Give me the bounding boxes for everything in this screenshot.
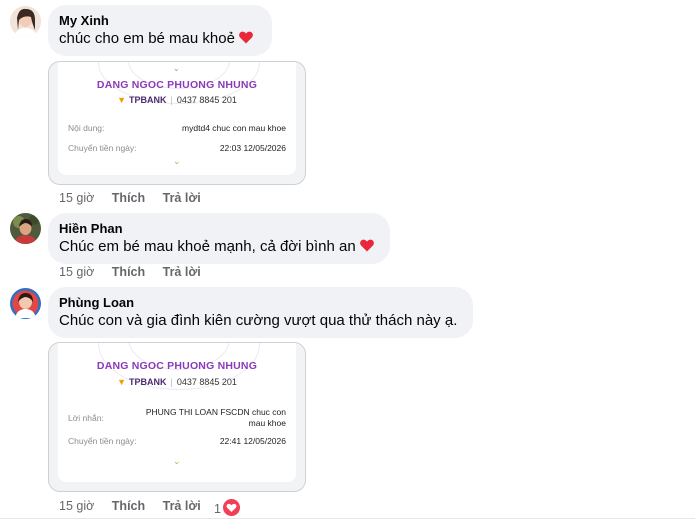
receipt-content-label: Nội dung: [68,123,105,133]
reply-button[interactable]: Trả lời [163,499,201,513]
comment-actions: 15 giờ Thích Trả lời [59,265,215,279]
transfer-receipt-image[interactable]: DANG NGOC PHUONG NHUNG ▼ TPBANK | 0437 8845… [48,342,306,492]
avatar[interactable] [10,6,41,37]
comment-text: chúc cho em bé mau khoẻ [59,30,235,47]
comment-bubble: Phùng Loan Chúc con và gia đình kiên cườ… [48,287,473,338]
chevron-down-icon: ⌄ [173,156,181,166]
receipt-date-label: Chuyển tiền ngày: [68,436,137,446]
like-button[interactable]: Thích [112,265,145,279]
comment-hien-phan: Hiền Phan Chúc em bé mau khoẻ mạnh, cả đ… [0,210,695,284]
comment-actions: 15 giờ Thích Trả lời [59,499,215,513]
tpbank-logo-icon: ▼ [117,377,126,387]
tpbank-logo-icon: ▼ [117,95,126,105]
heart-icon [238,29,254,45]
receipt-date-value: 22:03 12/05/2026 [219,143,286,153]
receipt-account-number: 0437 8845 201 [176,377,237,387]
receipt-content-value: mydtd4 chuc con mau khoe [182,123,286,133]
comment-time[interactable]: 15 giờ [59,499,94,513]
avatar[interactable] [10,288,41,319]
receipt-date-value: 22:41 12/05/2026 [219,436,286,446]
reaction-summary[interactable]: 1 [214,498,241,517]
like-button[interactable]: Thích [112,191,145,205]
comment-author[interactable]: Hiền Phan [59,220,379,237]
receipt-message-value-line1: PHUNG THI LOAN FSCDN chuc con [145,407,286,417]
heart-icon [359,237,375,253]
receipt-account-name: DANG NGOC PHUONG NHUNG [96,360,258,372]
chevron-down-icon: ⌄ [173,64,180,73]
reply-button[interactable]: Trả lời [163,191,201,205]
comment-my-xinh: My Xinh chúc cho em bé mau khoẻ ⌄ DANG N… [0,0,695,210]
receipt-message-label: Lời nhắn: [68,413,104,423]
comment-phung-loan: Phùng Loan Chúc con và gia đình kiên cườ… [0,284,695,522]
divider [0,518,695,519]
reaction-count: 1 [214,502,221,516]
like-button[interactable]: Thích [112,499,145,513]
transfer-receipt-image[interactable]: ⌄ DANG NGOC PHUONG NHUNG ▼ TPBANK | 0437 88… [48,61,306,185]
comment-author[interactable]: My Xinh [59,12,261,29]
receipt-message-value-line2: mau khoe [248,418,286,428]
comment-actions: 15 giờ Thích Trả lời [59,191,215,205]
receipt-date-label: Chuyển tiền ngày: [68,143,137,153]
comment-time[interactable]: 15 giờ [59,191,94,205]
comment-time[interactable]: 15 giờ [59,265,94,279]
reply-button[interactable]: Trả lời [163,265,201,279]
receipt-account-name: DANG NGOC PHUONG NHUNG [96,79,258,91]
comment-author[interactable]: Phùng Loan [59,294,462,311]
comment-text: Chúc em bé mau khoẻ mạnh, cả đời bình an [59,238,356,255]
receipt-account-number: 0437 8845 201 [176,95,237,105]
receipt-bank: TPBANK [129,95,167,105]
comment-text: Chúc con và gia đình kiên cường vượt qua… [59,312,458,329]
comment-bubble: Hiền Phan Chúc em bé mau khoẻ mạnh, cả đ… [48,213,390,264]
chevron-down-icon: ⌄ [173,456,181,466]
receipt-bank: TPBANK [129,377,167,387]
avatar[interactable] [10,213,41,244]
heart-reaction-icon [221,498,241,517]
comment-bubble: My Xinh chúc cho em bé mau khoẻ [48,5,272,56]
